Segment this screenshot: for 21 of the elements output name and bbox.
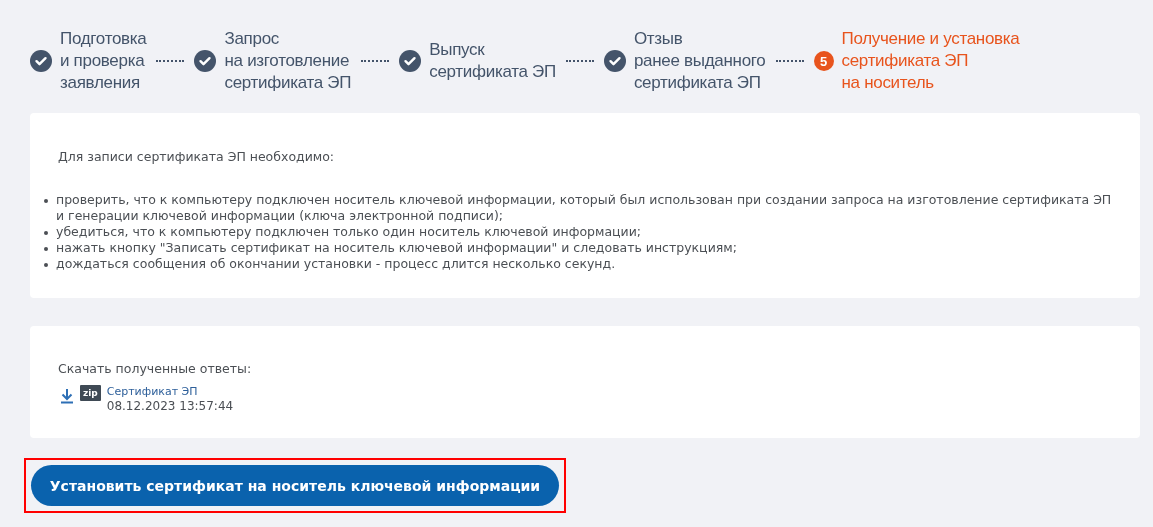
bullet-icon <box>44 199 48 203</box>
downloads-label: Скачать полученные ответы: <box>57 360 253 376</box>
step-label: Отзыв ранее выданного сертификата ЭП <box>633 28 766 94</box>
instruction-item: нажать кнопку "Записать сертификат на носитель ключевой информации" и следовать инструкциям; <box>56 240 737 256</box>
bullet-icon <box>44 247 48 251</box>
step-label: Выпуск сертификата ЭП <box>429 39 556 83</box>
install-button[interactable]: Установить сертификат на носитель ключевой информации <box>31 465 559 506</box>
bullet-icon <box>44 231 48 235</box>
instructions-intro: Для записи сертификата ЭП необходимо: <box>57 148 336 164</box>
download-icon[interactable] <box>60 388 74 404</box>
file-type-badge: zip <box>80 385 101 401</box>
bullet-icon <box>44 263 48 267</box>
step-label: Получение и установка сертификата ЭП на носитель <box>841 28 1020 94</box>
instruction-item: дождаться сообщения об окончании установки - процесс длится несколько секунд. <box>56 256 616 272</box>
file-date: 08.12.2023 13:57:44 <box>106 399 234 413</box>
step-label: Подготовка и проверка заявления <box>60 28 147 94</box>
step-number: 5 <box>813 51 834 71</box>
instruction-item: убедиться, что к компьютеру подключен только один носитель ключевой информации; <box>56 224 642 240</box>
instruction-item: проверить, что к компьютеру подключен носитель ключевой информации, который был использован при создании запроса на изготовление сертификата ЭП и генерации ключевой информации (ключа электронной подписи); <box>56 192 1113 224</box>
step-label: Запрос на изготовление сертификата ЭП <box>224 28 352 94</box>
file-link[interactable]: Сертификат ЭП <box>106 385 234 398</box>
